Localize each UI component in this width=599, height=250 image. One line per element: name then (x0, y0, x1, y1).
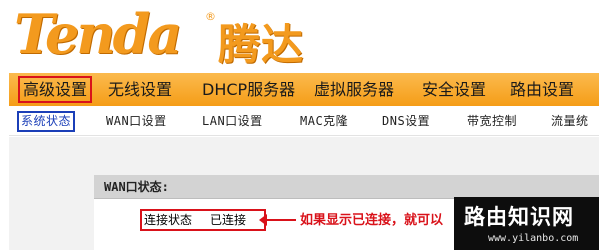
registered-mark: ® (205, 10, 216, 23)
annotation-text: 如果显示已连接，就可以 (300, 213, 444, 228)
sub-nav-wan-settings[interactable]: WAN口设置 (106, 106, 167, 136)
sub-nav-system-status[interactable]: 系统状态 (17, 111, 76, 132)
connection-status-row: 连接状态 已连接 (140, 209, 266, 231)
connection-status-label: 连接状态 (144, 213, 193, 227)
watermark-name: 路由知识网 (464, 205, 574, 229)
main-nav-security-settings[interactable]: 安全设置 (422, 73, 486, 106)
sub-nav: 系统状态 WAN口设置 LAN口设置 MAC克隆 DNS设置 带宽控制 流量统 (9, 106, 599, 136)
tenda-logo: Tenda (14, 2, 182, 66)
sub-nav-traffic-stats[interactable]: 流量统 (551, 106, 589, 136)
main-nav-wireless-settings[interactable]: 无线设置 (108, 73, 172, 106)
main-nav-routing-settings[interactable]: 路由设置 (510, 73, 574, 106)
sub-nav-bandwidth-control[interactable]: 带宽控制 (467, 106, 517, 136)
connection-status-value: 已连接 (210, 213, 247, 227)
tenda-logo-chinese: 腾达 (218, 20, 305, 69)
header: Tenda ® 腾达 (0, 0, 599, 72)
watermark-url: www.yilanbo.com (488, 233, 579, 244)
wan-status-title: WAN口状态: (94, 175, 599, 199)
sub-nav-lan-settings[interactable]: LAN口设置 (202, 106, 263, 136)
annotation-arrow (259, 214, 296, 226)
main-nav: 高级设置 无线设置 DHCP服务器 虚拟服务器 安全设置 路由设置 (9, 73, 599, 106)
sub-nav-mac-clone[interactable]: MAC克隆 (300, 106, 348, 136)
main-nav-virtual-server[interactable]: 虚拟服务器 (314, 73, 394, 106)
sub-nav-dns-settings[interactable]: DNS设置 (382, 106, 430, 136)
watermark: 路由知识网 www.yilanbo.com (454, 197, 599, 250)
main-nav-advanced-settings[interactable]: 高级设置 (18, 76, 93, 103)
main-nav-dhcp-server[interactable]: DHCP服务器 (202, 73, 295, 106)
